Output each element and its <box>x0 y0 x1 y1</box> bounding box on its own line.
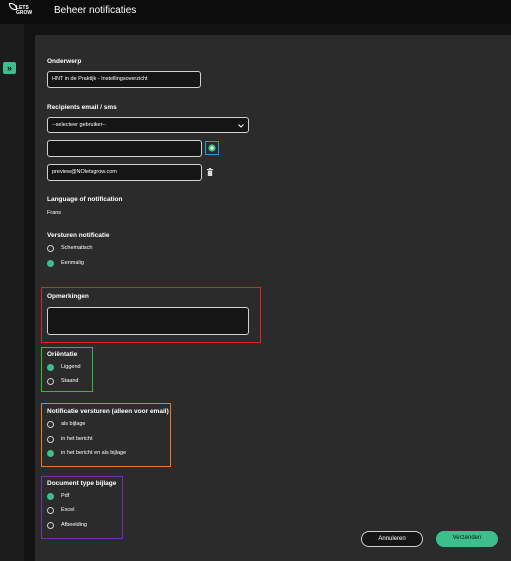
sidebar: » <box>0 24 24 561</box>
radio-bericht-en-bijlage[interactable] <box>47 450 54 457</box>
radio-schematisch-label: Schematisch <box>61 245 93 251</box>
add-button-highlight[interactable] <box>205 141 219 155</box>
send-button[interactable]: Verzenden <box>436 531 498 547</box>
radio-excel-label: Excel <box>61 507 75 513</box>
radio-staand[interactable] <box>47 378 54 385</box>
language-value: Frans <box>47 210 62 216</box>
logo-text: LETS GROW <box>16 5 33 16</box>
cancel-button[interactable]: Annuleren <box>361 531 423 547</box>
recipients-label: Recipients email / sms <box>47 104 117 111</box>
app-logo: LETS GROW <box>7 3 35 21</box>
radio-in-het-bericht-label: in het bericht <box>61 436 93 442</box>
notification-form: Onderwerp HNT in de Praktijk - Instellin… <box>35 35 511 561</box>
radio-pdf[interactable] <box>47 493 54 500</box>
orientation-label: Oriëntatie <box>47 351 78 358</box>
radio-bericht-en-bijlage-label: in het bericht en als bijlage <box>61 450 127 456</box>
plus-circle-icon <box>207 143 216 152</box>
remarks-textarea[interactable] <box>47 307 249 335</box>
radio-in-het-bericht[interactable] <box>47 436 54 443</box>
radio-pdf-label: Pdf <box>61 493 70 499</box>
radio-staand-label: Staand <box>61 378 79 384</box>
chevron-down-icon <box>238 124 244 128</box>
radio-liggend-label: Liggend <box>61 364 81 370</box>
chevrons-right-icon[interactable]: » <box>3 62 16 74</box>
sending-label: Versturen notificatie <box>47 232 110 239</box>
language-label: Language of notification <box>47 196 123 203</box>
subject-label: Onderwerp <box>47 58 82 65</box>
subject-input[interactable]: HNT in de Praktijk - Instellingsoverzich… <box>47 71 201 88</box>
radio-eenmalig[interactable] <box>47 260 54 267</box>
recipient-email-field[interactable]: preview@NOletsgrow.com <box>47 164 202 181</box>
doc-type-label: Document type bijlage <box>47 480 117 487</box>
radio-afbeelding[interactable] <box>47 522 54 529</box>
radio-als-bijlage[interactable] <box>47 421 54 428</box>
trash-icon[interactable] <box>207 168 213 176</box>
new-recipient-input[interactable] <box>47 140 202 157</box>
top-bar: LETS GROW Beheer notificaties <box>0 0 511 24</box>
user-select-value: --selecteer gebruiker-- <box>52 122 107 128</box>
radio-liggend[interactable] <box>47 364 54 371</box>
remarks-label: Opmerkingen <box>47 293 89 300</box>
radio-afbeelding-label: Afbeelding <box>61 522 87 528</box>
radio-excel[interactable] <box>47 507 54 514</box>
radio-eenmalig-label: Eenmalig <box>61 260 84 266</box>
radio-als-bijlage-label: als bijlage <box>61 421 86 427</box>
page-title: Beheer notificaties <box>54 5 137 16</box>
notify-email-label: Notificatie versturen (alleen voor email… <box>47 408 169 415</box>
radio-schematisch[interactable] <box>47 245 54 252</box>
user-select[interactable]: --selecteer gebruiker-- <box>47 117 249 133</box>
